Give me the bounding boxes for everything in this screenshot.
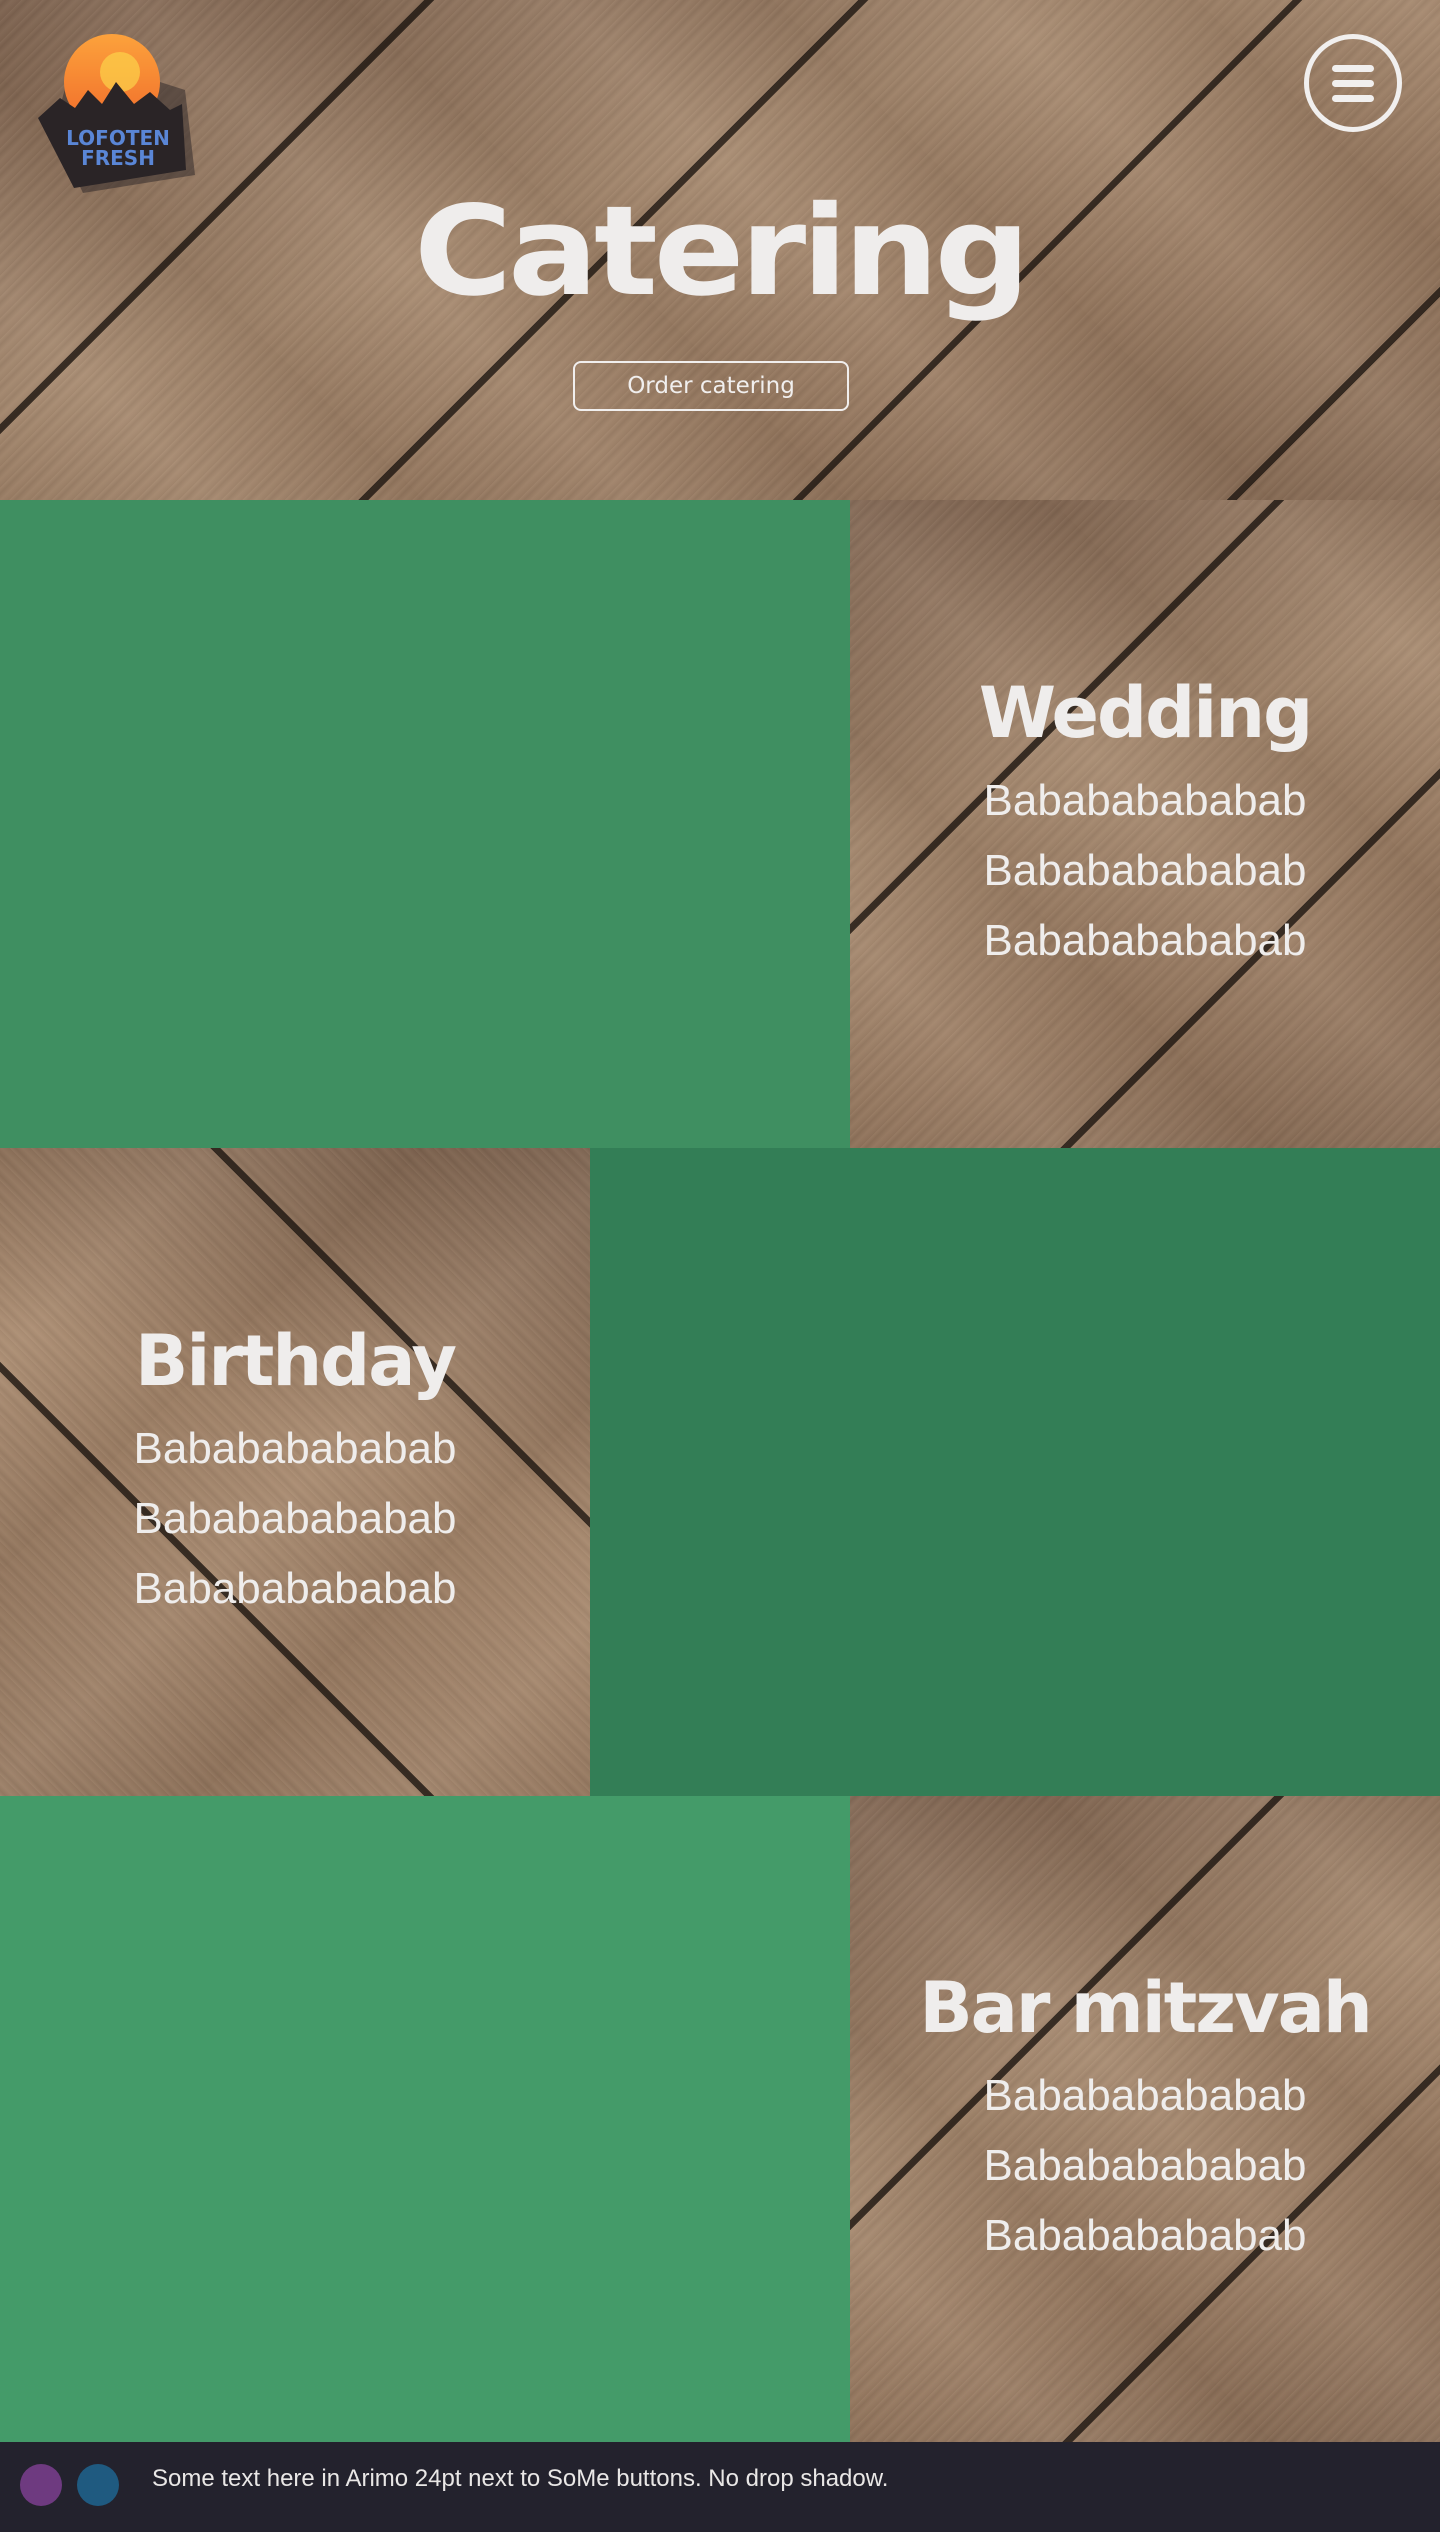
- hero-section: LOFOTEN FRESH Catering Order catering: [0, 0, 1440, 500]
- event-text: Babababababab: [133, 1424, 457, 1473]
- footer-text: Some text here in Arimo 24pt next to SoM…: [152, 2465, 889, 2492]
- social-button-2[interactable]: [77, 2464, 119, 2506]
- hamburger-menu-icon-line: [1332, 94, 1374, 102]
- bar-mitzvah-image-placeholder: [0, 1796, 850, 2442]
- hamburger-menu-icon: [1332, 64, 1374, 72]
- svg-text:FRESH: FRESH: [81, 146, 155, 170]
- birthday-card: Birthday Babababababab Babababababab Bab…: [0, 1148, 590, 1796]
- event-text: Babababababab: [983, 846, 1307, 895]
- hamburger-menu-icon-line: [1332, 79, 1374, 87]
- event-title-bar-mitzvah: Bar mitzvah: [919, 1967, 1372, 2049]
- event-title-wedding: Wedding: [978, 672, 1313, 754]
- event-text: Babababababab: [133, 1564, 457, 1613]
- event-text: Babababababab: [983, 916, 1307, 965]
- page-title: Catering: [413, 180, 1030, 324]
- menu-button[interactable]: [1304, 34, 1402, 132]
- birthday-image-placeholder: [590, 1148, 1440, 1796]
- social-button-1[interactable]: [20, 2464, 62, 2506]
- event-title-birthday: Birthday: [135, 1320, 457, 1402]
- event-text: Babababababab: [983, 2071, 1307, 2120]
- event-text: Babababababab: [983, 2141, 1307, 2190]
- wedding-image-placeholder: [0, 500, 850, 1148]
- bar-mitzvah-card: Bar mitzvah Babababababab Babababababab …: [850, 1796, 1440, 2442]
- order-catering-button[interactable]: Order catering: [573, 361, 849, 411]
- lofoten-fresh-logo[interactable]: LOFOTEN FRESH: [30, 30, 200, 200]
- event-text: Babababababab: [983, 776, 1307, 825]
- event-text: Babababababab: [133, 1494, 457, 1543]
- event-text: Babababababab: [983, 2211, 1307, 2260]
- wedding-card: Wedding Babababababab Babababababab Baba…: [850, 500, 1440, 1148]
